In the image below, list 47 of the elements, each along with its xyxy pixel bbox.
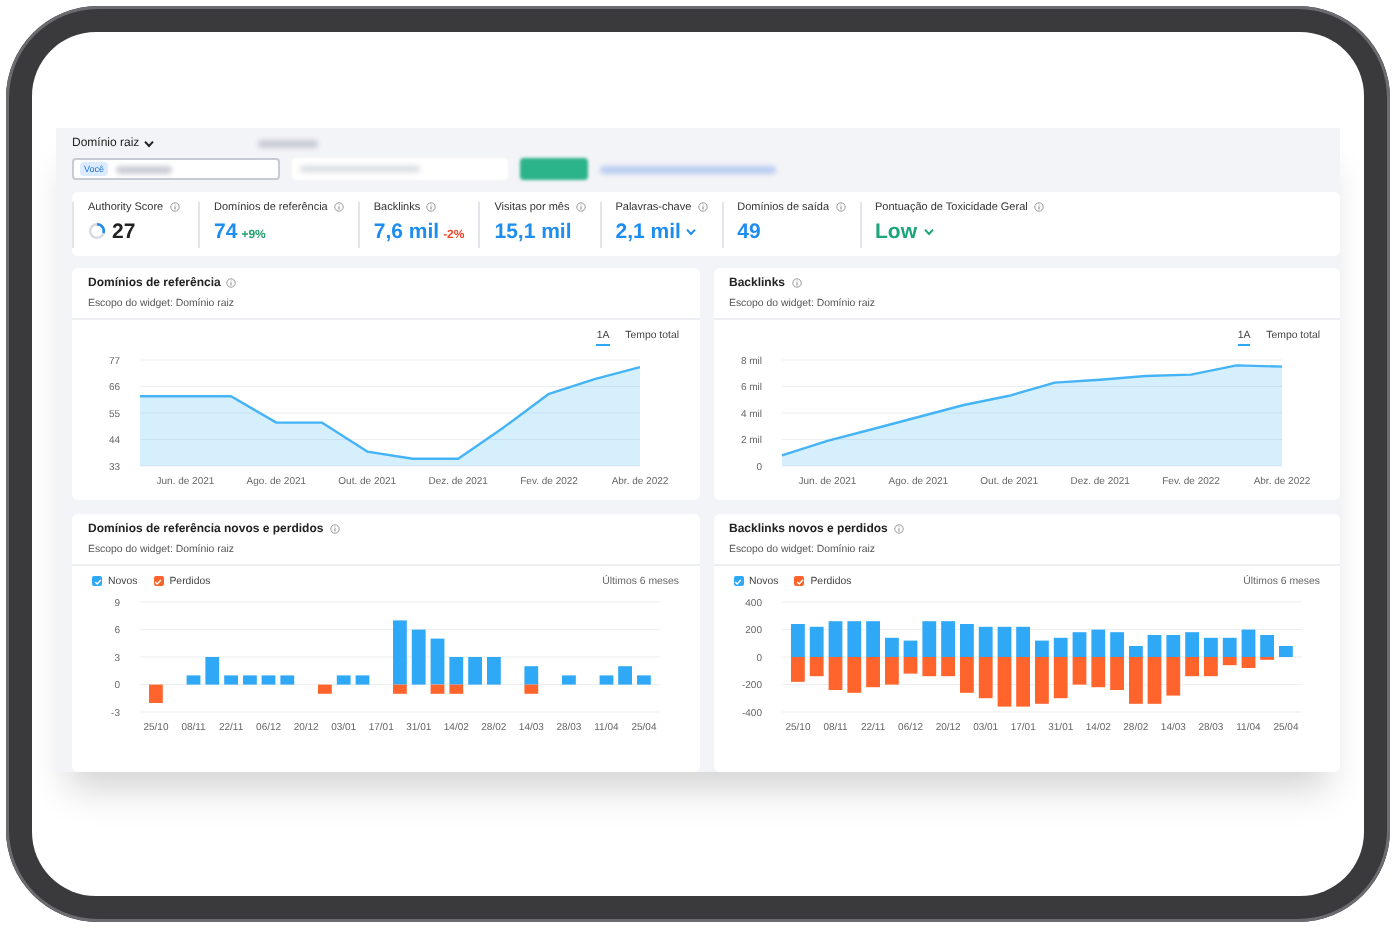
bar xyxy=(487,656,501,685)
metric-value: 27 xyxy=(112,219,136,244)
bar xyxy=(618,666,632,685)
metric-value[interactable]: Low xyxy=(875,219,918,244)
bar xyxy=(1278,645,1292,657)
score-ring-icon xyxy=(88,222,106,241)
bar xyxy=(205,656,220,685)
legend-checkbox[interactable] xyxy=(153,576,164,587)
caret-icon xyxy=(143,140,154,148)
info-icon[interactable] xyxy=(1033,201,1044,212)
bar xyxy=(637,675,651,685)
info-icon[interactable] xyxy=(169,201,180,212)
info-icon[interactable] xyxy=(426,201,437,212)
info-icon[interactable] xyxy=(575,201,586,212)
metric-value[interactable]: 15,1 mil xyxy=(494,219,572,244)
bar xyxy=(599,675,614,685)
info-icon[interactable] xyxy=(333,201,344,212)
blurred-link[interactable] xyxy=(600,165,776,173)
bar xyxy=(562,675,576,685)
info-icon[interactable] xyxy=(226,278,237,289)
legend-checkbox[interactable] xyxy=(92,576,102,587)
caret-icon[interactable] xyxy=(686,227,697,236)
metric-value[interactable]: 2,1 mil xyxy=(615,219,681,244)
info-icon[interactable] xyxy=(835,201,846,212)
bar xyxy=(261,675,276,685)
legend-checkbox[interactable] xyxy=(733,576,743,587)
info-icon[interactable] xyxy=(893,524,904,535)
bar xyxy=(224,675,238,685)
compare-field[interactable] xyxy=(292,158,508,180)
info-icon[interactable] xyxy=(697,201,708,212)
metric-value[interactable]: 74 xyxy=(214,219,238,244)
bar xyxy=(243,675,257,685)
bar xyxy=(411,629,426,685)
metric-value[interactable]: 49 xyxy=(737,219,761,244)
metric-value[interactable]: 7,6 mil xyxy=(373,219,440,244)
caret-icon[interactable] xyxy=(923,227,934,236)
bar xyxy=(468,656,482,685)
info-icon[interactable] xyxy=(329,524,340,535)
bar xyxy=(186,675,201,685)
bar xyxy=(280,675,295,685)
bar xyxy=(318,684,332,694)
action-button[interactable] xyxy=(520,158,588,180)
bar xyxy=(336,675,351,685)
bar xyxy=(355,675,370,685)
info-icon[interactable] xyxy=(791,278,802,289)
blurred-text xyxy=(257,140,318,148)
legend-checkbox[interactable] xyxy=(794,576,805,587)
